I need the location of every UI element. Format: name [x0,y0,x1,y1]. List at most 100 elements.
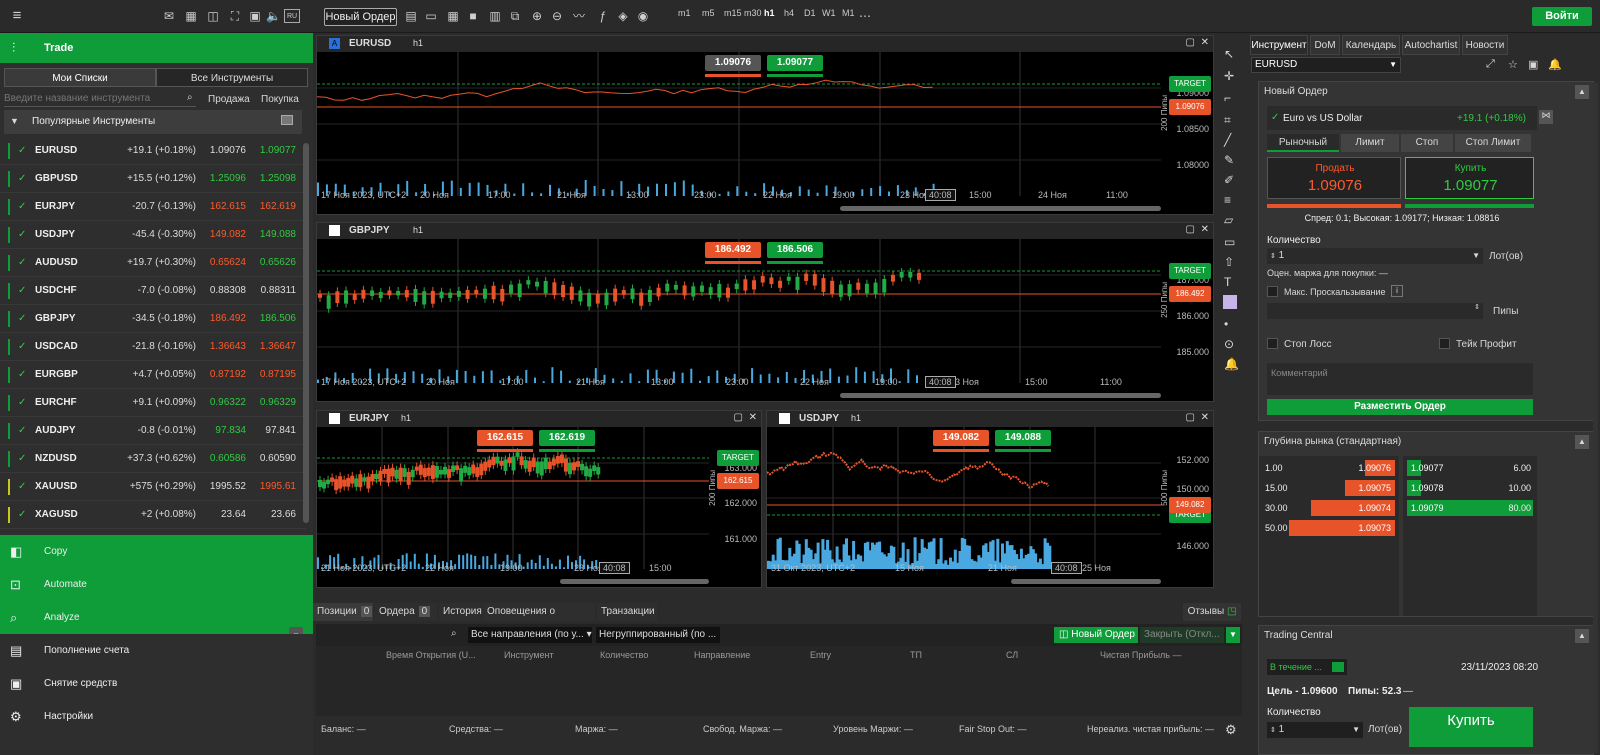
chart-buy-button[interactable]: 1.09077 [767,55,823,71]
tf-m30[interactable]: m30 [744,8,762,18]
slippage-input[interactable]: ⇕ [1267,303,1483,319]
chevron-down-icon[interactable]: ▼ [1226,627,1240,643]
right-tab[interactable]: DoM [1310,35,1340,55]
order-type-tab[interactable]: Стоп Лимит [1455,134,1531,152]
tf-d1[interactable]: D1 [804,8,816,18]
tf-h4[interactable]: h4 [784,8,794,18]
tab-my-lists[interactable]: Мои Списки [4,68,156,87]
chart-gbpjpy[interactable]: GBPJPY h1 ▢ ✕ 187.000 186.000 185.000 TARGET 186… [316,222,1214,402]
bottom-tab[interactable]: Ордера 0 [375,603,437,621]
instrument-buy[interactable]: 1.36647 [260,341,296,352]
fib-icon[interactable]: ≡ [1224,193,1231,207]
chart-mode-icon[interactable]: ▤ [404,9,418,23]
chart-sell-button[interactable]: 186.492 [705,242,761,258]
camera-icon[interactable]: ⊙ [1224,337,1234,351]
instrument-buy[interactable]: 186.506 [260,313,296,324]
wallet-icon[interactable]: ◫ [206,9,220,23]
col-sell-header[interactable]: Продажа [208,94,250,105]
share-icon[interactable]: ⋈ [1539,110,1553,124]
instrument-row[interactable]: ✓ USDJPY -45.4 (-0.30%) 149.082 149.088 [0,221,306,249]
color-swatch[interactable] [1223,295,1237,309]
stop-loss-checkbox[interactable] [1267,338,1278,349]
layout-full-icon[interactable]: ■ [466,9,480,23]
instrument-sell[interactable]: 149.082 [210,229,246,240]
bell-icon[interactable]: 🔔 [1224,357,1239,371]
dot-icon[interactable]: • [1224,317,1228,331]
instrument-row[interactable]: ✓ AUDJPY -0.8 (-0.01%) 97.834 97.841 [0,417,306,445]
group-filter[interactable]: Негруппированный (по ... ▾ [596,627,720,656]
instrument-buy[interactable]: 162.619 [260,201,296,212]
order-type-tab[interactable]: Рыночный [1267,134,1339,152]
mail-icon[interactable]: ✉ [162,9,176,23]
pencil-icon[interactable]: ✎ [1224,153,1234,167]
trendline-icon[interactable]: ╱ [1224,133,1231,147]
instrument-buy[interactable]: 97.841 [265,425,296,436]
instrument-buy[interactable]: 0.60590 [260,453,296,464]
zoom-out-icon[interactable]: ⊖ [550,9,564,23]
ask-row[interactable]: 1.09079 80.00 [1403,500,1537,516]
column-header[interactable]: Направление [694,650,750,660]
chart-timeframe[interactable]: h1 [413,225,423,235]
maximize-icon[interactable]: ▢ [1186,37,1195,48]
period-select[interactable]: В течение ... [1267,659,1347,675]
bottom-tab[interactable]: Транзакции [597,603,657,621]
instrument-row[interactable]: ✓ EURJPY -20.7 (-0.13%) 162.615 162.619 [0,193,306,221]
eye-icon[interactable]: ◉ [636,9,650,23]
search-icon[interactable]: ⌕ [451,628,457,639]
col-buy-header[interactable]: Покупка [261,94,299,105]
place-order-button[interactable]: Разместить Ордер [1267,399,1533,415]
chart-symbol[interactable]: GBPJPY [349,225,390,236]
chart-scrollbar[interactable] [1011,579,1161,584]
tf-m5[interactable]: m5 [702,8,715,18]
buy-button[interactable]: Купить 1.09077 [1405,157,1534,199]
right-scrollbar[interactable] [1593,83,1598,753]
symbol-select[interactable]: EURUSD ▼ [1251,57,1401,73]
layout-grid-icon[interactable]: ▦ [446,9,460,23]
new-order-button-bottom[interactable]: ◫ Новый Ордер [1054,627,1138,643]
tf-w1[interactable]: W1 [822,8,836,18]
gear-icon[interactable]: ⚙ [1225,722,1237,738]
instrument-sell[interactable]: 0.88308 [210,285,246,296]
crosshair-icon[interactable]: ✛ [1224,69,1234,83]
instrument-row[interactable]: ✓ NZDUSD +37.3 (+0.62%) 0.60586 0.60590 [0,445,306,473]
instrument-sell[interactable]: 0.65624 [210,257,246,268]
slippage-checkbox[interactable] [1267,286,1278,297]
bottom-tab[interactable]: История [439,603,482,621]
chart-sell-button[interactable]: 1.09076 [705,55,761,71]
column-header[interactable]: Время Открытия (U... [386,650,476,660]
tab-all-instruments[interactable]: Все Инструменты [156,68,308,87]
collapse-icon[interactable]: ▲ [1575,435,1589,449]
chart-sell-button[interactable]: 149.082 [933,430,989,446]
menu-analyze[interactable]: ⌕ Analyze [0,601,313,634]
indicators-icon[interactable]: ƒ [596,9,610,23]
sell-button[interactable]: Продать 1.09076 [1267,157,1401,199]
direction-filter[interactable]: Все направления (по у... ▾ [468,627,592,643]
chart-buy-button[interactable]: 186.506 [767,242,823,258]
trade-header[interactable]: ⫶ Trade [0,33,313,63]
instrument-sell[interactable]: 0.60586 [210,453,246,464]
right-tab[interactable]: Инструмент [1250,35,1308,55]
close-all-button[interactable]: Закрыть (Откл... [1140,627,1224,643]
brush-icon[interactable]: ✐ [1224,173,1234,187]
layout-single-icon[interactable]: ▭ [424,9,438,23]
chart-symbol[interactable]: EURJPY [349,413,389,424]
magnet-icon[interactable]: ⌐ [1224,91,1231,105]
link-chart-icon[interactable]: ⧉ [508,9,522,23]
chart-timeframe[interactable]: h1 [413,38,423,48]
column-header[interactable]: Чистая Прибыль — [1100,650,1182,660]
instrument-sell[interactable]: 1.36643 [210,341,246,352]
instrument-sell[interactable]: 23.64 [221,509,246,520]
close-icon[interactable]: ✕ [1201,412,1209,423]
text-icon[interactable]: T [1224,275,1231,289]
instrument-row[interactable]: ✓ XAUUSD +575 (+0.29%) 1995.52 1995.61 [0,473,306,501]
rectangle-icon[interactable]: ▭ [1224,235,1235,249]
chart-scrollbar[interactable] [560,579,709,584]
chart-icon[interactable]: ▣ [1528,58,1538,71]
reviews-button[interactable]: Отзывы ◳ [1183,603,1241,621]
chart-timeframe[interactable]: h1 [851,413,861,423]
chart-symbol[interactable]: USDJPY [799,413,839,424]
instrument-sell[interactable]: 1995.52 [210,481,246,492]
bid-row[interactable]: 1.00 1.09076 [1259,460,1399,476]
chart-symbol[interactable]: EURUSD [349,38,391,49]
sound-icon[interactable]: 🔈 [266,9,281,23]
